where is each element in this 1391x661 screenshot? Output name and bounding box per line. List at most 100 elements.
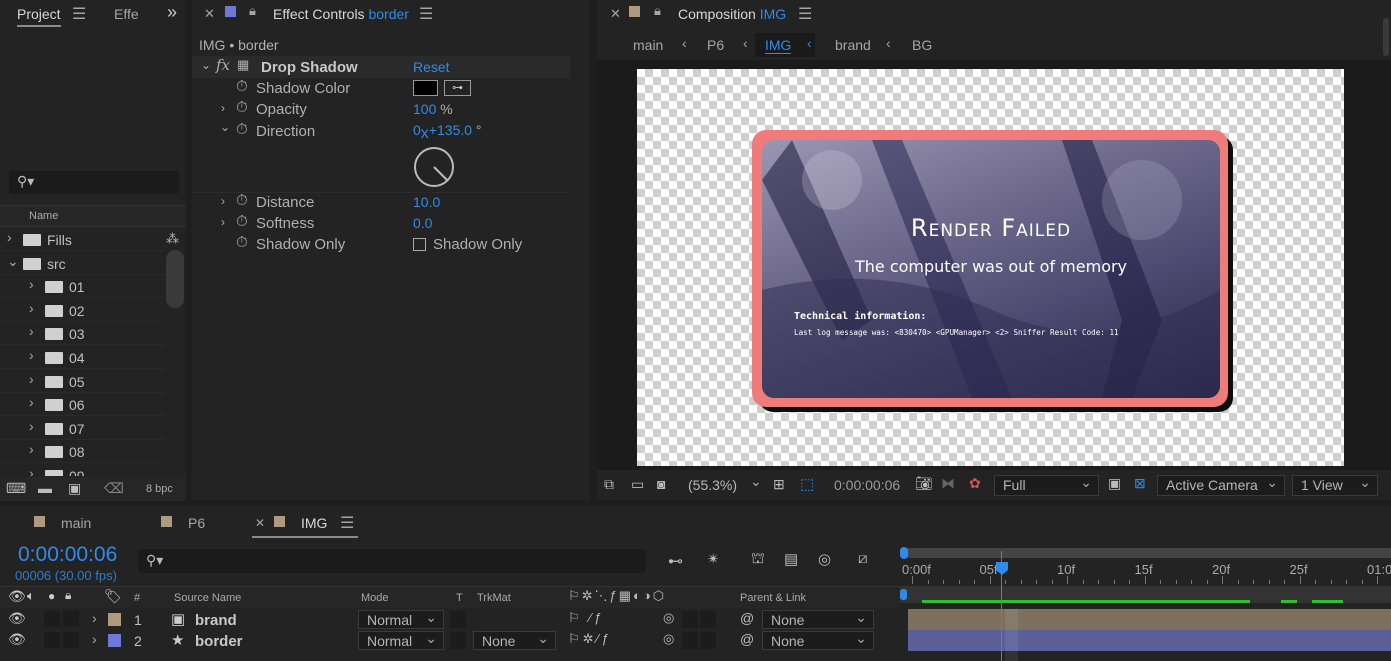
- close-tab-icon[interactable]: ✕: [255, 516, 265, 530]
- column-hash[interactable]: #: [134, 592, 140, 604]
- stopwatch-icon[interactable]: ⏱︎: [236, 234, 248, 251]
- region-of-interest-icon[interactable]: ▣: [1108, 475, 1121, 492]
- transparency-grid-icon[interactable]: ⊠: [1134, 475, 1146, 492]
- new-folder-icon[interactable]: ▬: [38, 480, 52, 496]
- comp-viewer[interactable]: Render Failed The computer was out of me…: [597, 60, 1391, 470]
- pickwhip-icon[interactable]: @: [740, 631, 754, 647]
- interpret-footage-icon[interactable]: ⌨: [6, 480, 26, 497]
- timeline-search-input[interactable]: ⚲▾: [138, 549, 646, 573]
- layer-row[interactable]: 👁︎ › 2 ★ border Normal None ⚐✲⁄ƒ ◎ @ None: [0, 629, 900, 651]
- track-matte-select[interactable]: None: [473, 629, 556, 650]
- stopwatch-icon[interactable]: ⏱︎: [236, 99, 248, 116]
- vr-icon[interactable]: ◙: [657, 476, 665, 492]
- switch-cell[interactable]: [682, 611, 698, 628]
- layer-label-color[interactable]: [108, 634, 121, 647]
- direction-revolutions[interactable]: 0: [413, 122, 421, 138]
- column-parent[interactable]: Parent & Link: [740, 592, 806, 604]
- search-input[interactable]: ⚲▾: [9, 171, 179, 194]
- lock-icon[interactable]: 🔒︎: [249, 3, 256, 19]
- column-trkmat[interactable]: TrkMat: [477, 592, 511, 604]
- opacity-number[interactable]: 100: [413, 101, 436, 117]
- audio-icon[interactable]: 🔈︎: [27, 588, 35, 604]
- layer-expand-icon[interactable]: ›: [92, 631, 97, 647]
- chevron-right-icon[interactable]: ›: [29, 300, 34, 316]
- column-mode[interactable]: Mode: [361, 592, 389, 604]
- preserve-transparency-cell[interactable]: [450, 632, 466, 649]
- opacity-value[interactable]: 100 %: [413, 101, 453, 117]
- distance-expand-icon[interactable]: ›: [221, 194, 225, 208]
- switch-cell[interactable]: [700, 611, 716, 628]
- tab-effects[interactable]: Effe: [114, 6, 139, 22]
- project-tree-item[interactable]: › 08: [0, 440, 165, 464]
- panel-menu-icon[interactable]: ☰: [798, 4, 812, 24]
- preserve-transparency-cell[interactable]: [450, 611, 466, 628]
- draft-3d-icon[interactable]: ✴: [707, 550, 720, 568]
- layer-switches[interactable]: ⚐ ⁄ƒ: [568, 610, 605, 626]
- chevron-right-icon[interactable]: ›: [29, 394, 34, 410]
- switches-header-icons[interactable]: ⚐✲⋱ƒ▦◐◑⬡: [568, 588, 666, 604]
- direction-degrees[interactable]: +135.0: [429, 122, 472, 138]
- project-tree-item[interactable]: › 02: [0, 299, 165, 322]
- bpc-label[interactable]: 8 bpc: [146, 483, 173, 495]
- eyedropper-icon[interactable]: ⊶: [444, 80, 471, 96]
- blend-mode-select[interactable]: Normal: [358, 629, 444, 650]
- panel-menu-icon[interactable]: ☰: [419, 4, 433, 24]
- project-tree-item[interactable]: › 07: [0, 417, 165, 440]
- switch-cell[interactable]: [44, 632, 60, 648]
- distance-value[interactable]: 10.0: [413, 194, 440, 210]
- parent-select[interactable]: None: [762, 629, 874, 650]
- overflow-chevron-icon[interactable]: »: [167, 2, 177, 23]
- chevron-right-icon[interactable]: ›: [29, 323, 34, 339]
- project-tree-item[interactable]: › 01: [0, 275, 165, 299]
- breadcrumb-brand[interactable]: brand: [835, 37, 871, 53]
- lock-icon[interactable]: 🔒︎: [654, 3, 661, 19]
- eye-icon[interactable]: 👁︎: [8, 588, 26, 605]
- motion-blur-icon[interactable]: ◎: [818, 550, 831, 568]
- panel-menu-icon[interactable]: ☰: [340, 513, 354, 533]
- effect-expand-chevron-icon[interactable]: ⌄: [201, 58, 211, 72]
- layer-bar-brand[interactable]: [908, 609, 1391, 630]
- tab-project[interactable]: Project: [17, 6, 61, 27]
- time-ruler[interactable]: 0:00f05f10f15f20f25f01:00: [900, 546, 1391, 608]
- column-source-name[interactable]: Source Name: [174, 592, 241, 604]
- project-tree-item[interactable]: › 04: [0, 346, 165, 369]
- pickwhip-icon[interactable]: @: [740, 610, 754, 626]
- comp-timecode[interactable]: 0:00:00:06: [834, 477, 900, 493]
- breadcrumb-main[interactable]: main: [633, 37, 663, 53]
- chevron-right-icon[interactable]: ›: [29, 276, 34, 292]
- lock-icon[interactable]: 🔒︎: [65, 588, 71, 603]
- graph-editor-icon[interactable]: ⧄: [858, 550, 868, 567]
- column-t[interactable]: T: [456, 592, 463, 604]
- layer-label-color[interactable]: [108, 613, 121, 626]
- blend-mode-select[interactable]: Normal: [358, 608, 444, 629]
- project-tree-item[interactable]: › 09: [0, 464, 165, 476]
- work-area-start[interactable]: [900, 547, 908, 559]
- camera-select[interactable]: Active Camera: [1157, 473, 1285, 496]
- delete-icon[interactable]: ⌫: [104, 480, 124, 497]
- layer-row[interactable]: 👁︎ › 1 ▣ brand Normal ⚐ ⁄ƒ ◎ @ None: [0, 608, 900, 630]
- layer-name[interactable]: brand: [195, 612, 237, 629]
- softness-value[interactable]: 0.0: [413, 215, 432, 231]
- show-snapshot-icon[interactable]: ⧓: [941, 475, 955, 492]
- new-composition-icon[interactable]: ▣: [68, 480, 81, 497]
- project-tree-item[interactable]: › 05: [0, 370, 165, 393]
- switch-cell[interactable]: [63, 611, 79, 627]
- mask-visibility-icon[interactable]: ⬚: [800, 475, 814, 493]
- work-area-bar[interactable]: [904, 548, 1391, 558]
- breadcrumb-bg[interactable]: BG: [912, 37, 932, 53]
- project-tree-item[interactable]: ⌄ src: [0, 252, 165, 275]
- parent-select[interactable]: None: [762, 608, 874, 629]
- zoom-value[interactable]: (55.3%): [688, 477, 737, 493]
- grid-toggle-icon[interactable]: ⊞: [773, 476, 785, 493]
- shadow-only-checkbox-label[interactable]: Shadow Only: [433, 236, 522, 253]
- project-tree-item[interactable]: › 03: [0, 322, 165, 346]
- opacity-expand-icon[interactable]: ›: [221, 101, 225, 115]
- project-tree-item[interactable]: › 06: [0, 393, 165, 417]
- eye-icon[interactable]: 👁︎: [8, 610, 26, 627]
- channel-rgb-icon[interactable]: ✿: [969, 475, 981, 492]
- softness-expand-icon[interactable]: ›: [221, 215, 225, 229]
- switch-cell[interactable]: [700, 632, 716, 649]
- switch-cell[interactable]: [63, 632, 79, 648]
- shadow-only-checkbox[interactable]: [413, 238, 426, 251]
- reset-button[interactable]: Reset: [413, 59, 450, 75]
